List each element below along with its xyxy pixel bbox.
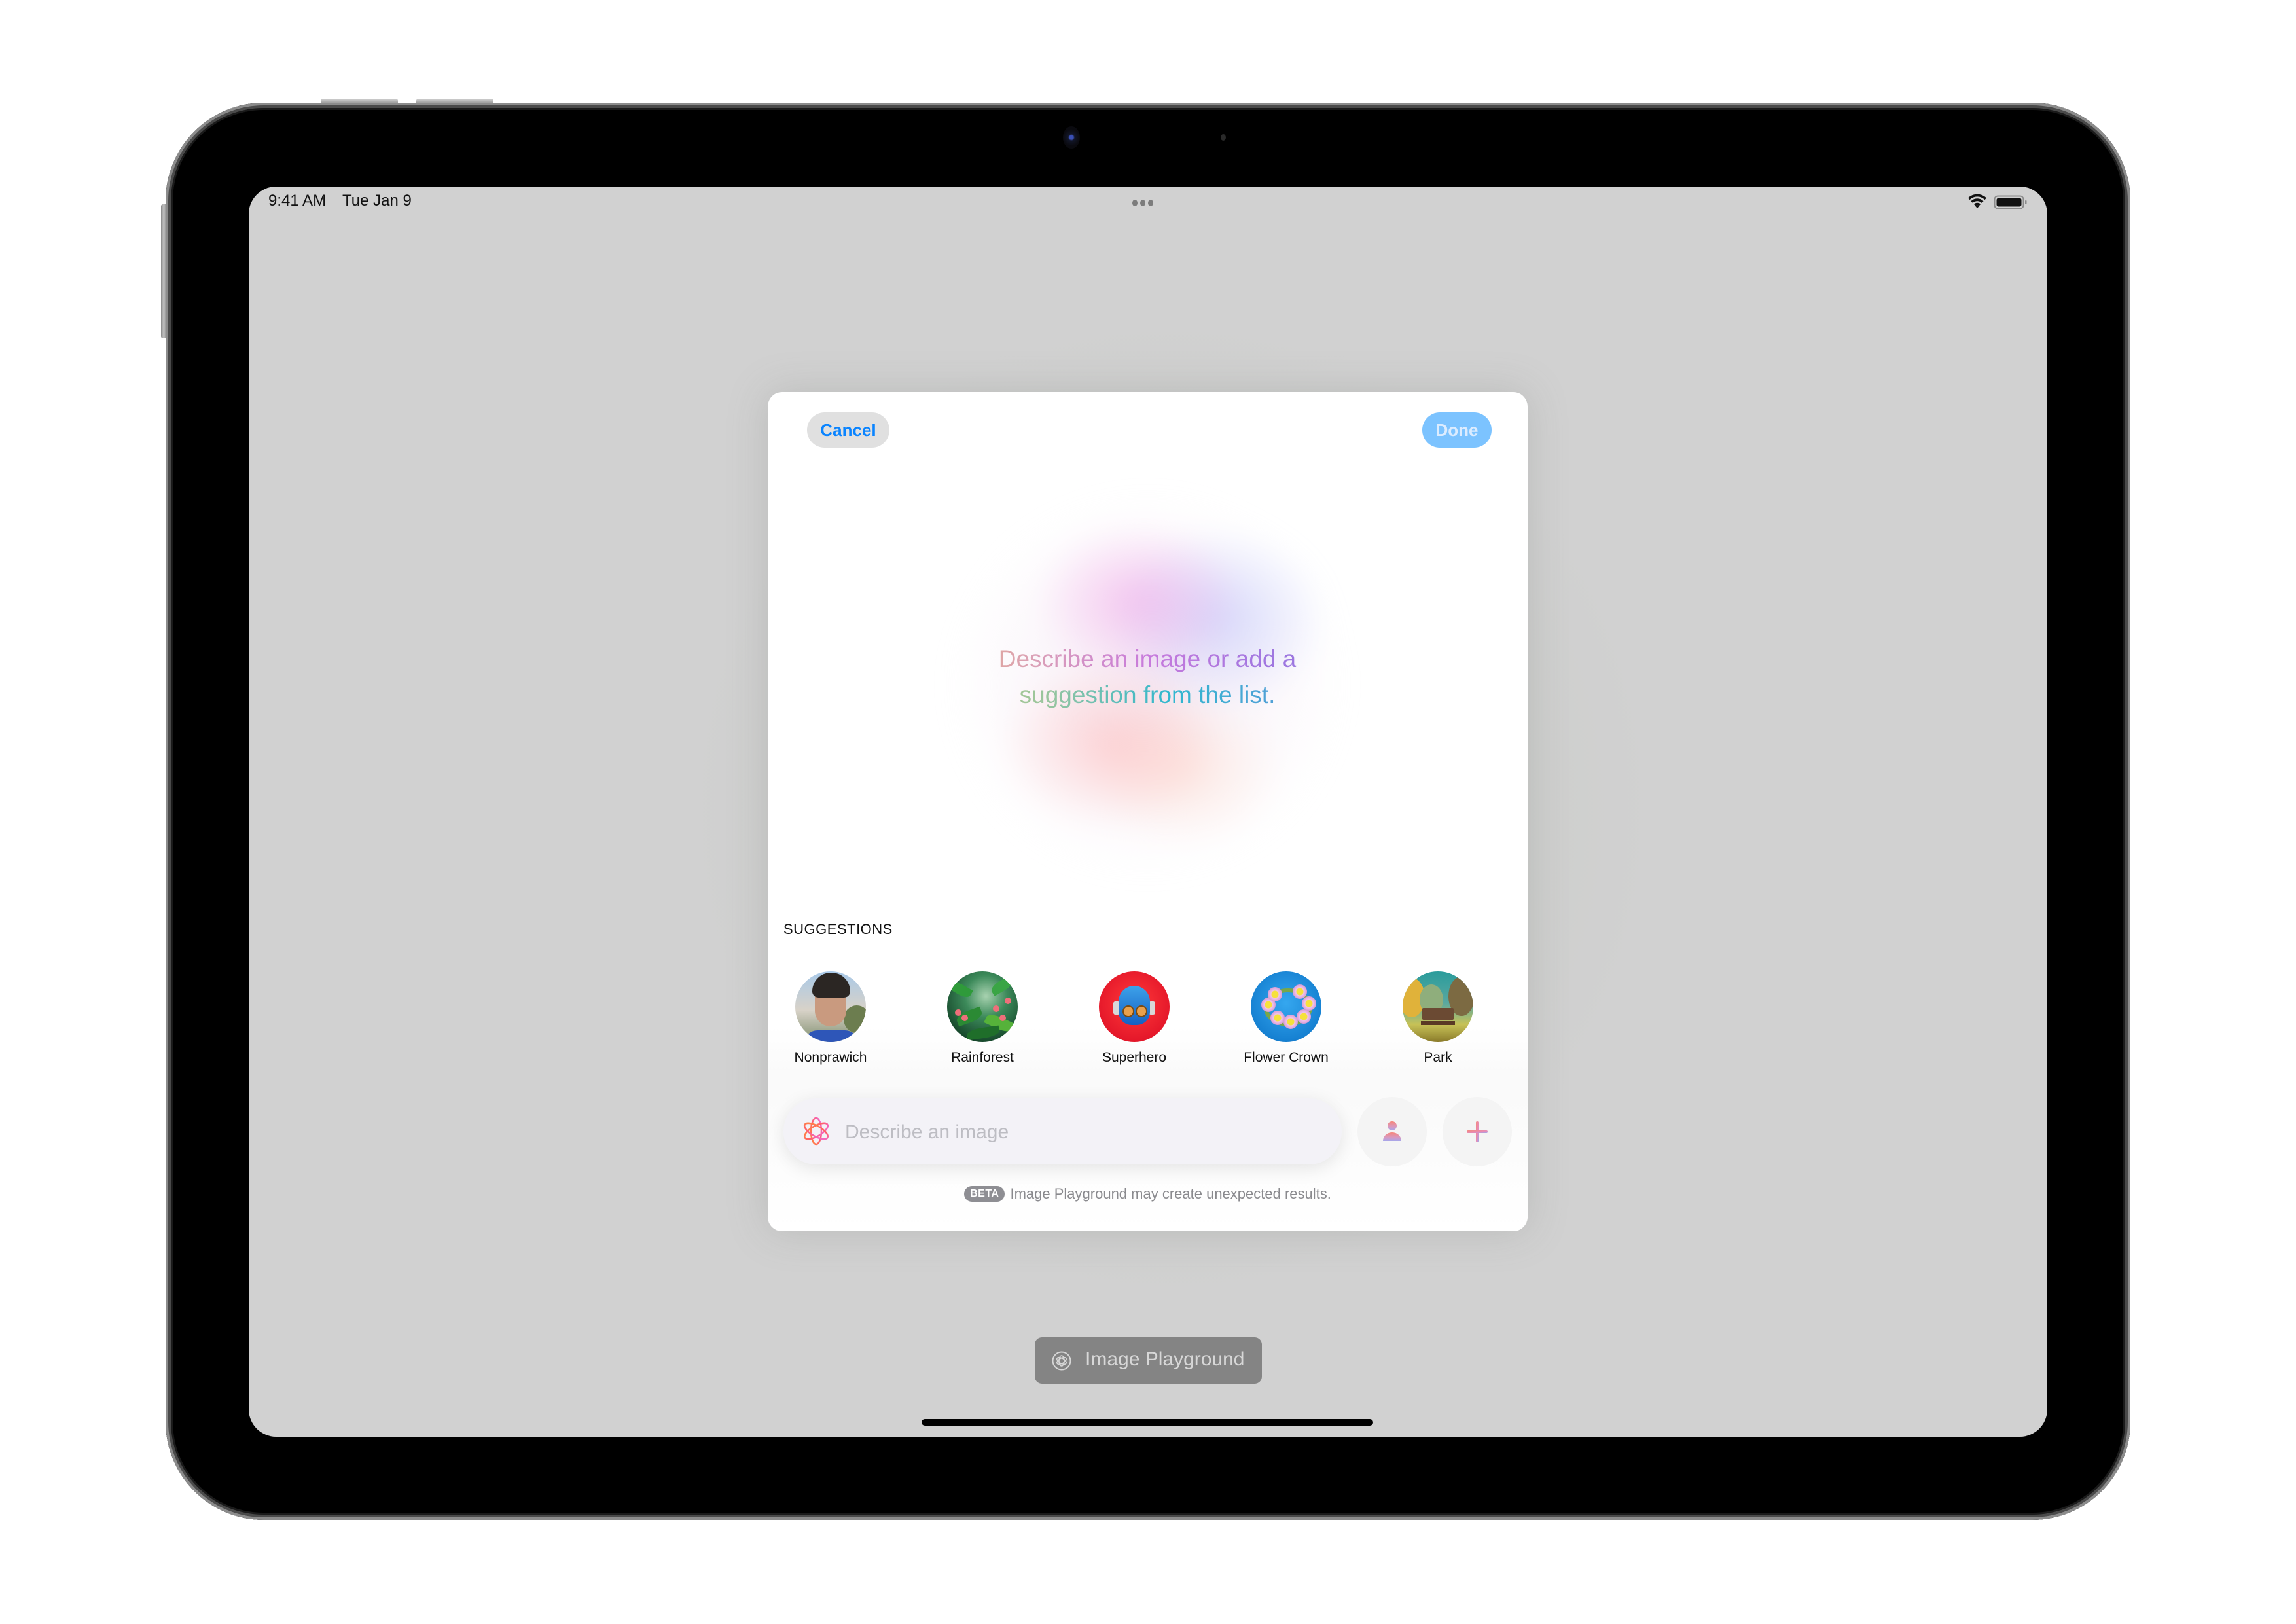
describe-image-field[interactable] xyxy=(783,1098,1342,1166)
suggestion-nonprawich[interactable]: Nonprawich xyxy=(768,971,896,1066)
home-indicator[interactable] xyxy=(922,1419,1373,1426)
suggestion-label: Superhero xyxy=(1102,1050,1167,1065)
person-photo xyxy=(795,971,866,1042)
image-playground-sheet: Cancel Done Describe an image or add a s… xyxy=(768,392,1528,1231)
suggestion-label: Rainforest xyxy=(951,1050,1014,1065)
suggestion-rainforest[interactable]: Rainforest xyxy=(917,971,1048,1066)
multitasking-menu-icon[interactable] xyxy=(1132,200,1153,206)
suggestions-heading: SUGGESTIONS xyxy=(783,921,893,937)
person-icon xyxy=(1383,1121,1401,1141)
suggestion-label: Flower Crown xyxy=(1244,1050,1329,1065)
suggestion-park[interactable]: Park xyxy=(1372,971,1503,1066)
add-person-button[interactable] xyxy=(1357,1097,1427,1166)
plus-icon xyxy=(1467,1121,1488,1142)
suggestion-superhero[interactable]: Superhero xyxy=(1069,971,1200,1066)
image-playground-launch-label: Image Playground xyxy=(1085,1348,1245,1370)
image-playground-launch-button[interactable]: Image Playground xyxy=(1035,1337,1262,1384)
park-image xyxy=(1403,971,1473,1042)
image-playground-icon xyxy=(803,1117,829,1146)
status-date: Tue Jan 9 xyxy=(342,192,412,209)
wifi-icon xyxy=(1968,194,1986,208)
suggestion-label: Park xyxy=(1424,1050,1452,1065)
beta-disclaimer: BETA Image Playground may create unexpec… xyxy=(768,1185,1528,1202)
describe-image-input[interactable] xyxy=(844,1098,1331,1166)
done-button[interactable]: Done xyxy=(1422,412,1492,448)
cancel-button[interactable]: Cancel xyxy=(807,412,889,448)
ambient-sensor xyxy=(1221,134,1226,141)
flower-crown-image xyxy=(1251,971,1321,1042)
ipad-screen: 9:41 AM Tue Jan 9 Image Playground Cance… xyxy=(249,187,2047,1437)
image-playground-icon xyxy=(1052,1351,1071,1371)
prompt-line-2: suggestion from the list. xyxy=(918,677,1376,713)
superhero-image xyxy=(1099,971,1170,1042)
beta-note-text: Image Playground may create unexpected r… xyxy=(1010,1185,1331,1202)
battery-icon xyxy=(1994,195,2027,209)
empty-state-prompt: Describe an image or add a suggestion fr… xyxy=(918,641,1376,713)
suggestion-flower-crown[interactable]: Flower Crown xyxy=(1221,971,1352,1066)
rainforest-image xyxy=(947,971,1018,1042)
front-camera xyxy=(1063,126,1080,149)
status-time: 9:41 AM xyxy=(268,192,327,209)
add-button[interactable] xyxy=(1443,1097,1512,1166)
suggestion-label: Nonprawich xyxy=(794,1050,867,1065)
prompt-line-1: Describe an image or add a xyxy=(918,641,1376,677)
beta-badge: BETA xyxy=(964,1186,1005,1202)
